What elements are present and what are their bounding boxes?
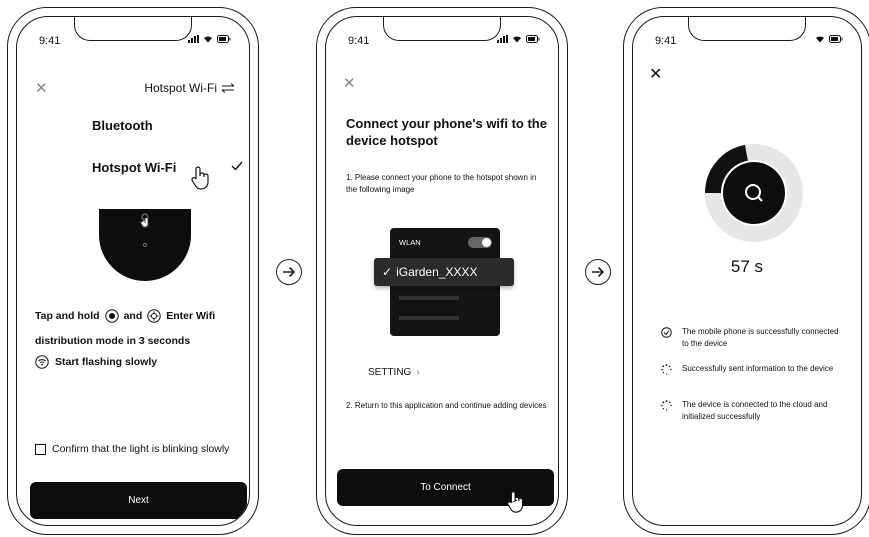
countdown: 57 s xyxy=(730,257,764,276)
instruction-flash-text: Start flashing slowly xyxy=(55,356,158,368)
battery-icon xyxy=(526,35,540,43)
progress-step-text: The device is connected to the cloud and… xyxy=(682,400,828,421)
progress-step-3: The device is connected to the cloud and… xyxy=(661,399,841,423)
progress-ring xyxy=(705,144,803,242)
status-icons xyxy=(188,35,231,43)
progress-step-text: The mobile phone is successfully connect… xyxy=(682,327,839,348)
spinner-icon xyxy=(661,364,672,375)
chevron-right-icon: › xyxy=(416,367,420,378)
confirm-checkbox-row[interactable]: Confirm that the light is blinking slowl… xyxy=(35,443,229,455)
swap-icon xyxy=(221,83,235,93)
instruction-tap-text: Tap and hold xyxy=(35,310,100,322)
close-icon[interactable]: ✕ xyxy=(35,81,48,96)
wifi-icon xyxy=(204,36,212,43)
progress-step-text: Successfully sent information to the dev… xyxy=(682,364,834,373)
wifi-icon xyxy=(816,36,824,43)
confirm-checkbox[interactable] xyxy=(35,443,46,455)
checkmark-icon: ✓ xyxy=(382,265,393,279)
hand-pointer-icon xyxy=(507,491,524,513)
instruction-line-2: distribution mode in 3 seconds xyxy=(35,335,191,347)
checkmark-icon xyxy=(231,161,243,171)
phone-screen-mode-select: 9:41 ✕ Hotspot Wi-Fi Bluetooth Hotspot W… xyxy=(7,7,259,535)
screen-content: 9:41 ✕ 57 s The mobile phone is successf… xyxy=(632,16,862,526)
close-icon[interactable]: ✕ xyxy=(649,67,662,83)
status-time: 9:41 xyxy=(348,35,370,47)
placeholder-row xyxy=(399,296,459,300)
status-icons xyxy=(815,35,843,43)
close-icon[interactable]: ✕ xyxy=(343,76,356,91)
device-illustration xyxy=(99,209,191,281)
instruction-line-1: Tap and hold and Enter Wifi xyxy=(35,309,215,323)
wifi-icon xyxy=(513,36,521,43)
hand-pointer-icon xyxy=(191,166,209,190)
phone-notch xyxy=(383,17,501,41)
option-bluetooth[interactable]: Bluetooth xyxy=(92,118,153,133)
status-time: 9:41 xyxy=(655,35,677,47)
phone-screen-connecting: 9:41 ✕ 57 s The mobile phone is successf… xyxy=(623,7,869,535)
page-title: Connect your phone's wifi to the device … xyxy=(346,116,547,148)
instruction-enter-text: Enter Wifi xyxy=(166,310,216,322)
setting-link[interactable]: SETTING › xyxy=(368,367,420,378)
network-name: iGarden_XXXX xyxy=(396,265,478,279)
network-item[interactable]: ✓ iGarden_XXXX xyxy=(374,258,514,286)
header-title-text: Hotspot Wi-Fi xyxy=(144,81,217,95)
battery-icon xyxy=(217,35,231,43)
signal-icon xyxy=(497,35,508,43)
phone-notch xyxy=(74,17,192,41)
option-hotspot[interactable]: Hotspot Wi-Fi xyxy=(92,160,176,175)
wlan-toggle[interactable] xyxy=(468,237,492,248)
signal-icon xyxy=(188,35,199,43)
gear-button-icon xyxy=(147,309,161,323)
step-2-text: 2. Return to this application and contin… xyxy=(346,401,547,410)
progress-step-2: Successfully sent information to the dev… xyxy=(661,363,841,375)
next-button[interactable]: Next xyxy=(30,482,247,519)
setting-label: SETTING xyxy=(368,367,412,378)
header-title[interactable]: Hotspot Wi-Fi xyxy=(144,81,235,95)
screen-content: 9:41 ✕ Hotspot Wi-Fi Bluetooth Hotspot W… xyxy=(16,16,250,526)
phone-screen-connect-hotspot: 9:41 ✕ Connect your phone's wifi to the … xyxy=(316,7,568,535)
screen-content: 9:41 ✕ Connect your phone's wifi to the … xyxy=(325,16,559,526)
phone-notch xyxy=(688,17,806,41)
progress-step-1: The mobile phone is successfully connect… xyxy=(661,326,841,350)
wifi-circle-icon xyxy=(35,355,49,369)
arrow-right-circle-icon xyxy=(276,259,302,285)
check-circle-icon xyxy=(661,327,672,338)
arrow-right-circle-icon xyxy=(585,259,611,285)
placeholder-row xyxy=(399,316,459,320)
status-icons xyxy=(497,35,540,43)
step-1-text: 1. Please connect your phone to the hots… xyxy=(346,173,537,195)
status-time: 9:41 xyxy=(39,35,61,47)
battery-icon xyxy=(829,35,843,43)
wlan-label: WLAN xyxy=(399,238,421,247)
instruction-and-text: and xyxy=(123,310,143,322)
power-button-icon xyxy=(104,309,119,323)
spinner-icon xyxy=(661,400,672,411)
confirm-label: Confirm that the light is blinking slowl… xyxy=(52,443,230,455)
instruction-line-3: Start flashing slowly xyxy=(35,355,157,369)
